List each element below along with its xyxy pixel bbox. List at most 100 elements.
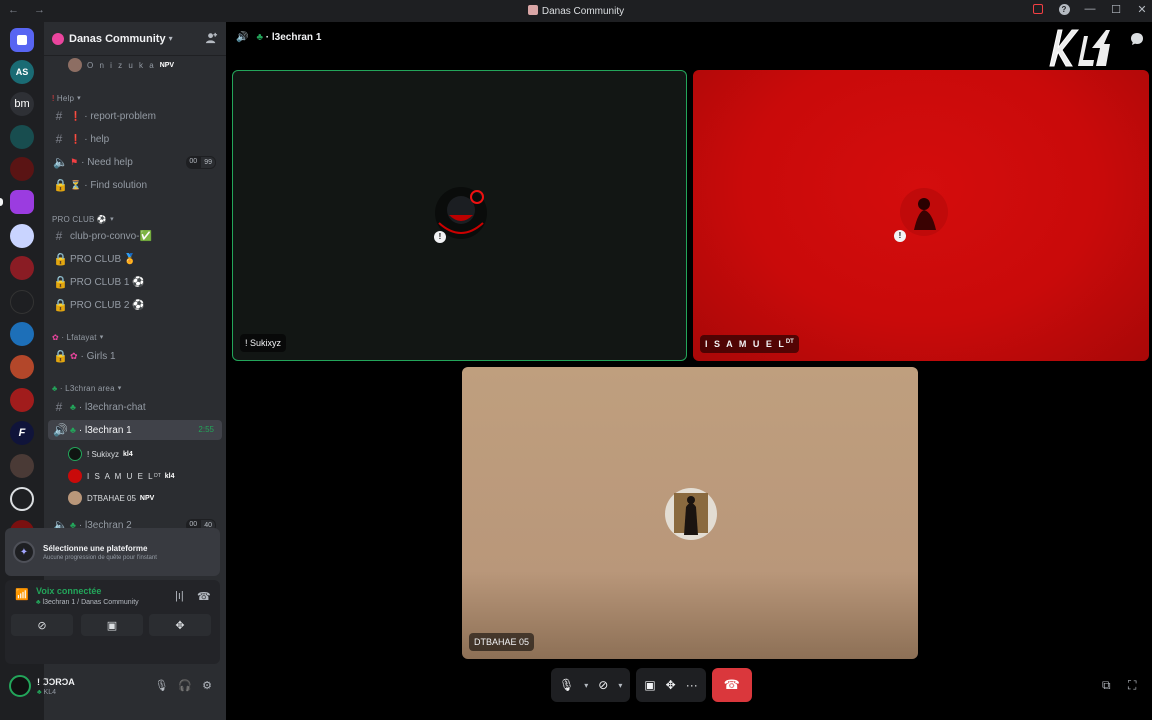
- lock-icon: 🔒: [53, 275, 68, 289]
- signal-icon[interactable]: 📶: [15, 588, 29, 601]
- voice-user-name: ! Sukixyz: [87, 449, 120, 459]
- discord-home-icon: [17, 35, 27, 45]
- category-pro-club[interactable]: PRO CLUB ⚽ ▾: [52, 212, 114, 226]
- server-header[interactable]: Danas Community ▾: [44, 22, 226, 56]
- unread-pill: [0, 198, 3, 206]
- participant-tile[interactable]: ! I S A M U E LDT: [693, 70, 1149, 361]
- popout-icon[interactable]: ⧉: [1102, 678, 1116, 692]
- voice-user-row[interactable]: O n i z u k a NPV: [68, 56, 174, 75]
- fullscreen-icon[interactable]: ⛶: [1128, 678, 1142, 692]
- voice-user-row[interactable]: ! Sukixyz kl4: [68, 444, 133, 464]
- lock-icon: 🔒: [53, 298, 68, 312]
- server-icon[interactable]: AS: [10, 60, 34, 84]
- channel-report-problem[interactable]: # ❗ · report-problem: [48, 106, 222, 126]
- channel-find-solution[interactable]: 🔒 ⏳ · Find solution: [48, 175, 222, 195]
- channel-l3echran-1[interactable]: 🔊 ♣ · l3echran 1 2:55: [48, 420, 222, 440]
- category-lfatayat[interactable]: ✿ · Lfatayat ▾: [52, 330, 103, 344]
- help-icon[interactable]: ?: [1058, 3, 1070, 15]
- server-icon[interactable]: [10, 256, 34, 280]
- category-l3chran[interactable]: ♣ · L3chran area ▾: [52, 381, 121, 395]
- camera-button[interactable]: ⊘: [11, 614, 73, 636]
- participant-name: I S A M U E LDT: [700, 335, 799, 353]
- hang-up-button[interactable]: ☎: [711, 668, 752, 702]
- kl4-logo-icon: [1049, 29, 1110, 67]
- participant-name: DTBAHAE 05: [469, 633, 535, 651]
- headphones-icon[interactable]: 🎧: [178, 679, 192, 692]
- more-icon[interactable]: ···: [686, 678, 698, 692]
- camera-off-icon[interactable]: ⊘: [598, 678, 608, 692]
- category-help[interactable]: ! Help ▾: [52, 91, 81, 105]
- server-icon[interactable]: F: [10, 421, 34, 445]
- server-icon[interactable]: [10, 322, 34, 346]
- chevron-down-icon[interactable]: ▾: [618, 681, 622, 690]
- server-icon[interactable]: [10, 125, 34, 149]
- mute-indicator-icon: !: [894, 230, 906, 242]
- activities-icon[interactable]: ✥: [666, 678, 676, 692]
- hang-up-icon: ☎: [723, 677, 740, 692]
- avatar: [68, 469, 82, 483]
- server-icon[interactable]: [10, 190, 34, 214]
- noise-suppression-icon[interactable]: |ı|: [175, 590, 184, 602]
- server-icon[interactable]: [10, 355, 34, 379]
- gear-icon[interactable]: ⚙: [202, 679, 212, 692]
- disconnect-icon[interactable]: ☎: [197, 590, 211, 603]
- screen-share-button[interactable]: ▣: [81, 614, 143, 636]
- chat-bubble-icon[interactable]: [1130, 32, 1144, 46]
- server-icon[interactable]: [10, 157, 34, 181]
- participant-tile[interactable]: ! ! Sukixyz: [232, 70, 687, 361]
- chevron-down-icon[interactable]: ▾: [584, 681, 588, 690]
- channel-club-pro-convo[interactable]: # club-pro-convo- ✅: [48, 226, 222, 246]
- channel-girls-1[interactable]: 🔒 ✿ · Girls 1: [48, 346, 222, 366]
- microphone-icon[interactable]: 🎙: [559, 678, 574, 692]
- participant-tile[interactable]: DTBAHAE 05: [462, 367, 918, 659]
- server-icon[interactable]: bm: [10, 92, 34, 116]
- channel-need-help[interactable]: 🔈 ⚑ · Need help 00 99: [48, 152, 222, 172]
- maximize-icon[interactable]: ☐: [1110, 3, 1122, 16]
- participant-name: ! Sukixyz: [240, 334, 287, 352]
- channel-l3echran-chat[interactable]: # ♣ · l3echran-chat: [48, 397, 222, 417]
- quest-panel[interactable]: ✦ Sélectionne une plateforme Aucune prog…: [5, 528, 220, 576]
- call-stage: 🔊 ♣ · l3echran 1 ! ! Sukixyz ! I S A M U…: [226, 22, 1152, 720]
- avatar: [665, 488, 717, 540]
- camera-off-icon: ⊘: [37, 619, 47, 632]
- user-limit-badge: 00 99: [186, 156, 216, 169]
- channel-list: O n i z u k a NPV ! Help ▾ # ❗ · report-pro…: [44, 56, 226, 561]
- mute-indicator-icon: !: [434, 231, 446, 243]
- screen-share-icon[interactable]: ▣: [644, 678, 655, 692]
- voice-user-row[interactable]: I S A M U E L DT kl4: [68, 466, 174, 486]
- channel-pro-club[interactable]: 🔒 PRO CLUB 🏅: [48, 249, 222, 269]
- voice-status[interactable]: Voix connectée: [36, 586, 101, 596]
- server-icon[interactable]: [10, 388, 34, 412]
- stage-channel-name: l3echran 1: [271, 32, 322, 43]
- avatar: [68, 491, 82, 505]
- user-tag: NPV: [159, 61, 175, 69]
- user-superscript: DT: [154, 473, 161, 479]
- channel-pro-club-2[interactable]: 🔒 PRO CLUB 2 ⚽: [48, 295, 222, 315]
- voice-user-row[interactable]: DTBAHAE 05 NPV: [68, 488, 154, 508]
- server-icon[interactable]: [10, 487, 34, 511]
- activities-icon: ✥: [175, 619, 185, 632]
- call-controls: 🎙 ▾ ⊘ ▾ ▣ ✥ ··· ☎: [551, 668, 752, 702]
- user-status: ♣ KL4: [37, 688, 57, 696]
- server-icon[interactable]: [10, 290, 34, 314]
- avatar[interactable]: [9, 675, 31, 697]
- add-user-icon[interactable]: [205, 32, 218, 45]
- inbox-icon[interactable]: [1032, 3, 1044, 15]
- channel-help[interactable]: # ❗ · help: [48, 129, 222, 149]
- quest-title: Sélectionne une plateforme: [43, 543, 148, 553]
- voice-timer: 2:55: [198, 425, 214, 434]
- activities-button[interactable]: ✥: [149, 614, 211, 636]
- minimize-icon[interactable]: —: [1084, 3, 1096, 15]
- close-icon[interactable]: ✕: [1136, 3, 1148, 16]
- channel-pro-club-1[interactable]: 🔒 PRO CLUB 1 ⚽: [48, 272, 222, 292]
- microphone-icon[interactable]: 🎙: [154, 679, 168, 692]
- title-bar: ← → Danas Community ? — ☐ ✕: [0, 0, 1152, 22]
- share-activity-group: ▣ ✥ ···: [636, 668, 706, 702]
- server-icon[interactable]: [10, 224, 34, 248]
- home-button[interactable]: [10, 28, 34, 52]
- speaker-icon: 🔊: [236, 32, 249, 43]
- screen-share-icon: ▣: [106, 619, 118, 632]
- voice-location[interactable]: ♣ l3echran 1 / Danas Community: [36, 599, 139, 606]
- server-icon[interactable]: [10, 454, 34, 478]
- username[interactable]: ! ℑƆRƆA: [37, 677, 75, 688]
